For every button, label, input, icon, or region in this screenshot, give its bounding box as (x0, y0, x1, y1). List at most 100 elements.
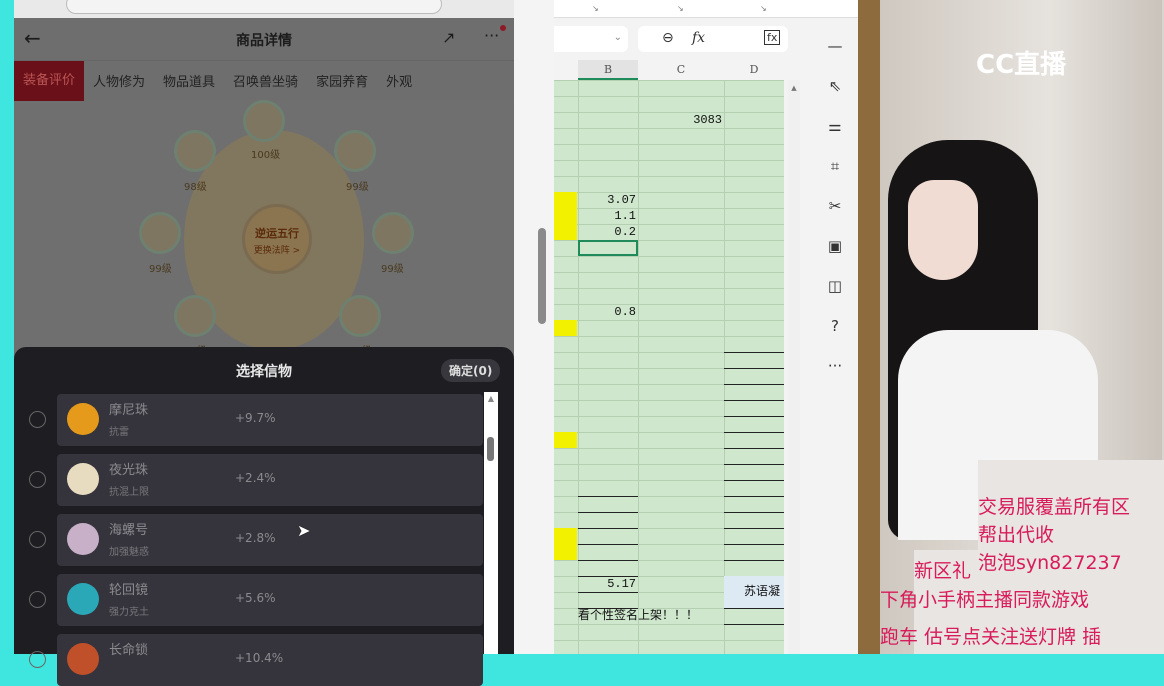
item-percent: +5.6% (235, 591, 276, 605)
header: ← 商品详情 ↗ ··· (14, 18, 514, 60)
mouse-cursor: ➤ (297, 521, 311, 540)
cell[interactable]: 苏语凝 (724, 576, 784, 608)
selected-cell[interactable] (578, 240, 638, 256)
ad-text: 帮出代收 (978, 524, 1055, 546)
center-subtitle: 更换法阵 > (253, 246, 301, 256)
tab-appearance[interactable]: 外观 (377, 71, 421, 90)
center-title: 逆运五行 (255, 227, 299, 240)
list-item[interactable]: 长命锁 +10.4% (57, 634, 483, 686)
level-label: 99级 (149, 264, 172, 275)
cell[interactable]: 看个性签名上架！！！ (578, 608, 724, 624)
highlighted-cell[interactable] (554, 432, 577, 448)
url-bar[interactable] (14, 0, 514, 18)
vertical-scrollbar[interactable]: ▲ (788, 80, 800, 654)
cell[interactable]: 0.8 (578, 304, 638, 320)
book-icon[interactable]: ◫ (812, 266, 858, 306)
cell[interactable]: 1.1 (578, 208, 638, 224)
row-header-corner (554, 60, 578, 80)
cell[interactable]: 3083 (638, 112, 724, 128)
confirm-button[interactable]: 确定(0) (441, 359, 501, 382)
minimize-icon[interactable]: — (812, 26, 858, 66)
cell[interactable]: 3.07 (578, 192, 638, 208)
cell-grid[interactable]: 3083 3.07 1.1 0.2 0.8 5.17 苏语凝 看个性签名上架！！！ (554, 80, 784, 654)
tools-icon[interactable]: ✂ (812, 186, 858, 226)
crop-icon[interactable]: ⌗ (812, 146, 858, 186)
slot[interactable] (243, 100, 285, 142)
tab-summons[interactable]: 召唤兽坐骑 (224, 71, 307, 90)
level-label: 99级 (346, 182, 369, 193)
highlighted-cell[interactable] (554, 528, 577, 544)
name-box[interactable]: ⌄ (554, 26, 628, 52)
level-label: 98级 (184, 182, 207, 193)
share-icon[interactable]: ↗ (442, 28, 455, 47)
tab-items[interactable]: 物品道具 (154, 71, 224, 90)
column-header-c[interactable]: C (638, 60, 724, 80)
tab-home[interactable]: 家园养育 (307, 71, 377, 90)
more-icon[interactable]: ··· (812, 346, 858, 386)
select-radio[interactable] (29, 531, 46, 548)
slot[interactable] (139, 212, 181, 254)
sheet-title: 选择信物 (236, 364, 292, 380)
select-icon[interactable]: ⇖ (812, 66, 858, 106)
tab-character[interactable]: 人物修为 (84, 71, 154, 90)
item-name: 夜光珠 (109, 463, 149, 478)
highlighted-cell[interactable] (554, 224, 577, 240)
item-attribute: 强力克土 (109, 607, 149, 618)
slot[interactable] (372, 212, 414, 254)
insert-function-icon[interactable]: fx (764, 30, 781, 45)
chart-icon[interactable]: ▣ (812, 226, 858, 266)
cc-live-logo: CC直播 (976, 50, 1067, 80)
item-icon (67, 583, 99, 615)
window-divider (514, 0, 554, 654)
item-percent: +9.7% (235, 411, 276, 425)
help-icon[interactable]: ? (812, 306, 858, 346)
item-icon (67, 463, 99, 495)
item-name: 海螺号 (109, 523, 149, 538)
cell[interactable]: 0.2 (578, 224, 638, 240)
zoom-icon[interactable]: ⊖ (662, 30, 674, 46)
reverse-five-elements-button[interactable]: 逆运五行 更换法阵 > (242, 204, 312, 274)
item-icon (67, 643, 99, 675)
item-percent: +2.4% (235, 471, 276, 485)
item-icon (67, 523, 99, 555)
column-header-b[interactable]: B (578, 60, 638, 80)
slot[interactable] (174, 130, 216, 172)
list-item[interactable]: 海螺号 加强魅惑 +2.8% (57, 514, 483, 566)
highlighted-cell[interactable] (554, 320, 577, 336)
settings-sliders-icon[interactable]: ⚌ (812, 106, 858, 146)
page-title: 商品详情 (236, 33, 292, 49)
ad-text: 跑车 估号点关注送灯牌 插 (880, 626, 1102, 648)
scrollbar-thumb[interactable] (538, 228, 546, 324)
item-icon (67, 403, 99, 435)
select-radio[interactable] (29, 411, 46, 428)
item-attribute: 加强魅惑 (109, 547, 149, 558)
more-icon[interactable]: ··· (484, 26, 499, 45)
highlighted-cell[interactable] (554, 208, 577, 224)
list-scrollbar[interactable]: ▲ (484, 392, 498, 654)
ad-text: 新区礼 (914, 560, 972, 582)
item-attribute: 抗混上限 (109, 487, 149, 498)
tab-equipment[interactable]: 装备评价 (14, 60, 85, 101)
column-header-d[interactable]: D (724, 60, 784, 80)
formula-bar[interactable]: ⊖ fx fx (638, 26, 788, 52)
ad-text: 交易服覆盖所有区 (978, 496, 1131, 518)
ad-text: 泡泡syn827237 (978, 552, 1122, 574)
live-stream-video: CC直播 交易服覆盖所有区 帮出代收 泡泡syn827237 新区礼 下角小手柄… (858, 0, 1164, 654)
slot[interactable] (334, 130, 376, 172)
list-item[interactable]: 轮回镜 强力克土 +5.6% (57, 574, 483, 626)
highlighted-cell[interactable] (554, 192, 577, 208)
slot[interactable] (174, 295, 216, 337)
fx-icon[interactable]: fx (692, 30, 705, 46)
ribbon: ↘ ↘ ↘ (554, 0, 858, 18)
level-label: 100级 (251, 150, 281, 161)
spreadsheet-window: ↘ ↘ ↘ ⌄ ⊖ fx fx B C D 3083 3.07 1.1 0.2 0.8 5.1… (554, 0, 858, 654)
select-radio[interactable] (29, 471, 46, 488)
select-radio[interactable] (29, 591, 46, 608)
list-item[interactable]: 摩尼珠 抗雷 +9.7% (57, 394, 483, 446)
ad-text: 下角小手柄主播同款游戏 (880, 589, 1090, 611)
five-elements-wheel: 100级 99级 99级 98级 98级 99级 98级 逆运五行 更换法阵 > (124, 100, 424, 357)
slot[interactable] (339, 295, 381, 337)
cell[interactable]: 5.17 (578, 576, 638, 592)
list-item[interactable]: 夜光珠 抗混上限 +2.4% (57, 454, 483, 506)
highlighted-cell[interactable] (554, 544, 577, 560)
